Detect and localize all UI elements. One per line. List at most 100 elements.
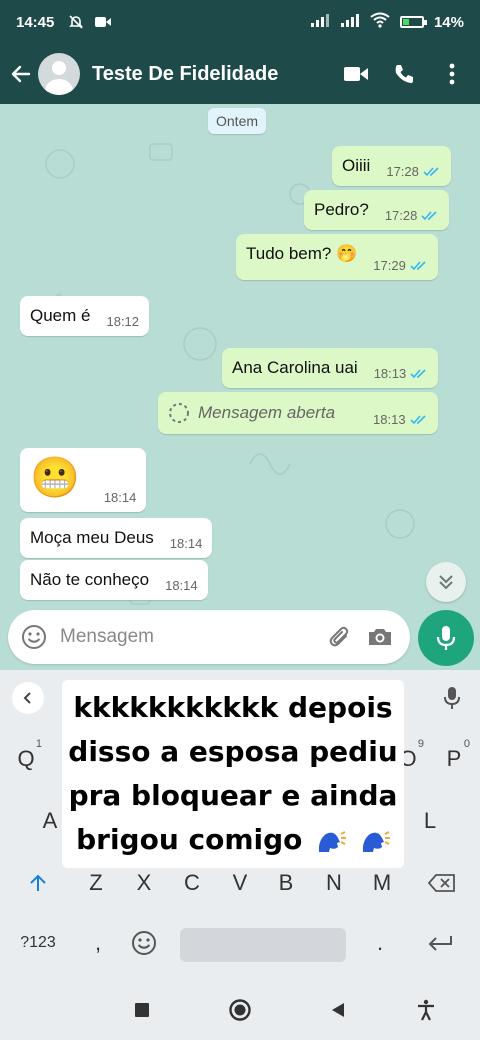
battery-percent: 14% [433, 13, 464, 31]
message-text: Tudo bem? 🤭 [246, 244, 358, 263]
message-input[interactable] [60, 626, 300, 648]
accessibility-icon[interactable] [414, 998, 438, 1022]
shift-key[interactable] [18, 858, 58, 908]
message-time: 18:14 [165, 578, 198, 593]
space-key[interactable] [180, 928, 346, 962]
video-caption: kkkkkkkkkkk depois disso a esposa pediu … [62, 680, 404, 868]
signal-2-icon [340, 13, 360, 31]
message-time: 17:28 [386, 164, 419, 179]
double-chevron-down-icon [439, 575, 453, 590]
message-outgoing[interactable]: Ana Carolina uai 18:13 [222, 348, 439, 388]
enter-key[interactable] [420, 918, 460, 968]
message-text: Moça meu Deus [30, 528, 154, 547]
symbols-key[interactable]: ?123 [10, 918, 66, 968]
message-incoming[interactable]: 😬 18:14 [20, 448, 147, 512]
video-record-icon [94, 15, 112, 29]
attach-icon[interactable] [320, 617, 360, 657]
read-ticks-icon [410, 368, 426, 378]
recents-square-icon[interactable] [130, 998, 154, 1022]
message-text: Quem é [30, 306, 91, 325]
comma-key[interactable]: , [78, 918, 118, 968]
more-options-icon[interactable] [432, 54, 472, 94]
video-call-icon[interactable] [336, 54, 376, 94]
message-time: 18:13 [373, 366, 407, 381]
key-p[interactable]: P0 [434, 734, 474, 784]
enter-arrow-icon [428, 936, 452, 951]
caption-line: disso a esposa pediu [68, 735, 398, 768]
key-l[interactable]: L [410, 796, 450, 846]
key-label: ?123 [20, 934, 56, 951]
key-label: P [446, 746, 462, 771]
message-time: 18:14 [169, 536, 203, 551]
backspace-icon [428, 874, 455, 892]
message-outgoing[interactable]: Oiiii 17:28 [332, 146, 451, 186]
status-bar: 14:45 14% [0, 0, 480, 44]
caption-line: kkkkkkkkkkk depois [73, 691, 393, 724]
microphone-icon [444, 687, 460, 709]
speaking-head-icon [319, 831, 347, 852]
battery-icon [399, 16, 427, 28]
emoji-icon[interactable] [16, 619, 52, 655]
message-incoming[interactable]: Moça meu Deus 18:14 [20, 518, 213, 558]
avatar[interactable] [38, 53, 80, 95]
key-label: . [376, 930, 384, 955]
message-input-box [8, 610, 410, 664]
caption-line: pra bloquear e ainda [68, 779, 398, 812]
message-time: 18:12 [106, 314, 140, 329]
read-ticks-icon [423, 166, 439, 176]
contact-name[interactable]: Teste De Fidelidade [92, 63, 336, 86]
key-label: Q [17, 746, 35, 771]
key-q[interactable]: Q1 [6, 734, 46, 784]
key-hint: 1 [35, 738, 42, 750]
message-text: Oiiii [342, 156, 371, 175]
message-time: 17:28 [384, 208, 418, 223]
read-ticks-icon [410, 414, 426, 424]
chevron-left-icon [23, 692, 31, 704]
chat-area[interactable]: Ontem Oiiii 17:28 Pedro? 17:28 Tudo bem?… [0, 104, 480, 670]
microphone-icon [436, 626, 456, 650]
speaking-head-icon [362, 831, 390, 852]
emoji-icon [132, 931, 156, 955]
key-hint: 0 [463, 738, 470, 750]
period-key[interactable]: . [360, 918, 400, 968]
camera-icon[interactable] [360, 617, 400, 657]
key-label: Z [89, 870, 103, 895]
date-chip: Ontem [208, 108, 267, 134]
key-hint: 9 [417, 738, 424, 750]
phone-call-icon[interactable] [384, 54, 424, 94]
message-text: Pedro? [314, 200, 369, 219]
voice-record-button[interactable] [418, 610, 474, 666]
message-outgoing[interactable]: Pedro? 17:28 [304, 190, 450, 230]
message-outgoing[interactable]: Tudo bem? 🤭 17:29 [236, 234, 438, 280]
message-incoming[interactable]: Quem é 18:12 [20, 296, 150, 336]
back-triangle-icon[interactable] [326, 998, 350, 1022]
keyboard-back-button[interactable] [12, 682, 44, 714]
key-label: C [184, 870, 200, 895]
wifi-icon [370, 12, 390, 32]
back-arrow-icon[interactable] [4, 57, 38, 91]
home-circle-icon[interactable] [228, 998, 252, 1022]
key-label: B [278, 870, 294, 895]
message-incoming[interactable]: Não te conheço 18:14 [20, 560, 208, 600]
key-label: L [423, 808, 437, 833]
message-time: 17:29 [373, 258, 406, 273]
emoji-key[interactable] [124, 918, 164, 968]
signal-icon [310, 13, 330, 31]
system-nav-bar [0, 980, 480, 1040]
message-view-once[interactable]: Mensagem aberta 18:13 [158, 392, 438, 434]
read-ticks-icon [410, 260, 426, 270]
message-time: 18:13 [373, 412, 406, 427]
chat-header: Teste De Fidelidade [0, 44, 480, 104]
key-label: N [326, 870, 342, 895]
keyboard-voice-input[interactable] [436, 682, 468, 714]
message-text: Mensagem aberta [198, 403, 336, 422]
key-label: M [372, 870, 392, 895]
backspace-key[interactable] [422, 858, 462, 908]
message-time: 18:14 [103, 490, 137, 505]
view-once-icon [169, 403, 189, 423]
key-label: , [94, 930, 102, 955]
scroll-to-bottom-button[interactable] [426, 562, 466, 602]
key-label: A [42, 808, 58, 833]
message-text: Ana Carolina uai [232, 358, 358, 377]
read-ticks-icon [421, 210, 437, 220]
